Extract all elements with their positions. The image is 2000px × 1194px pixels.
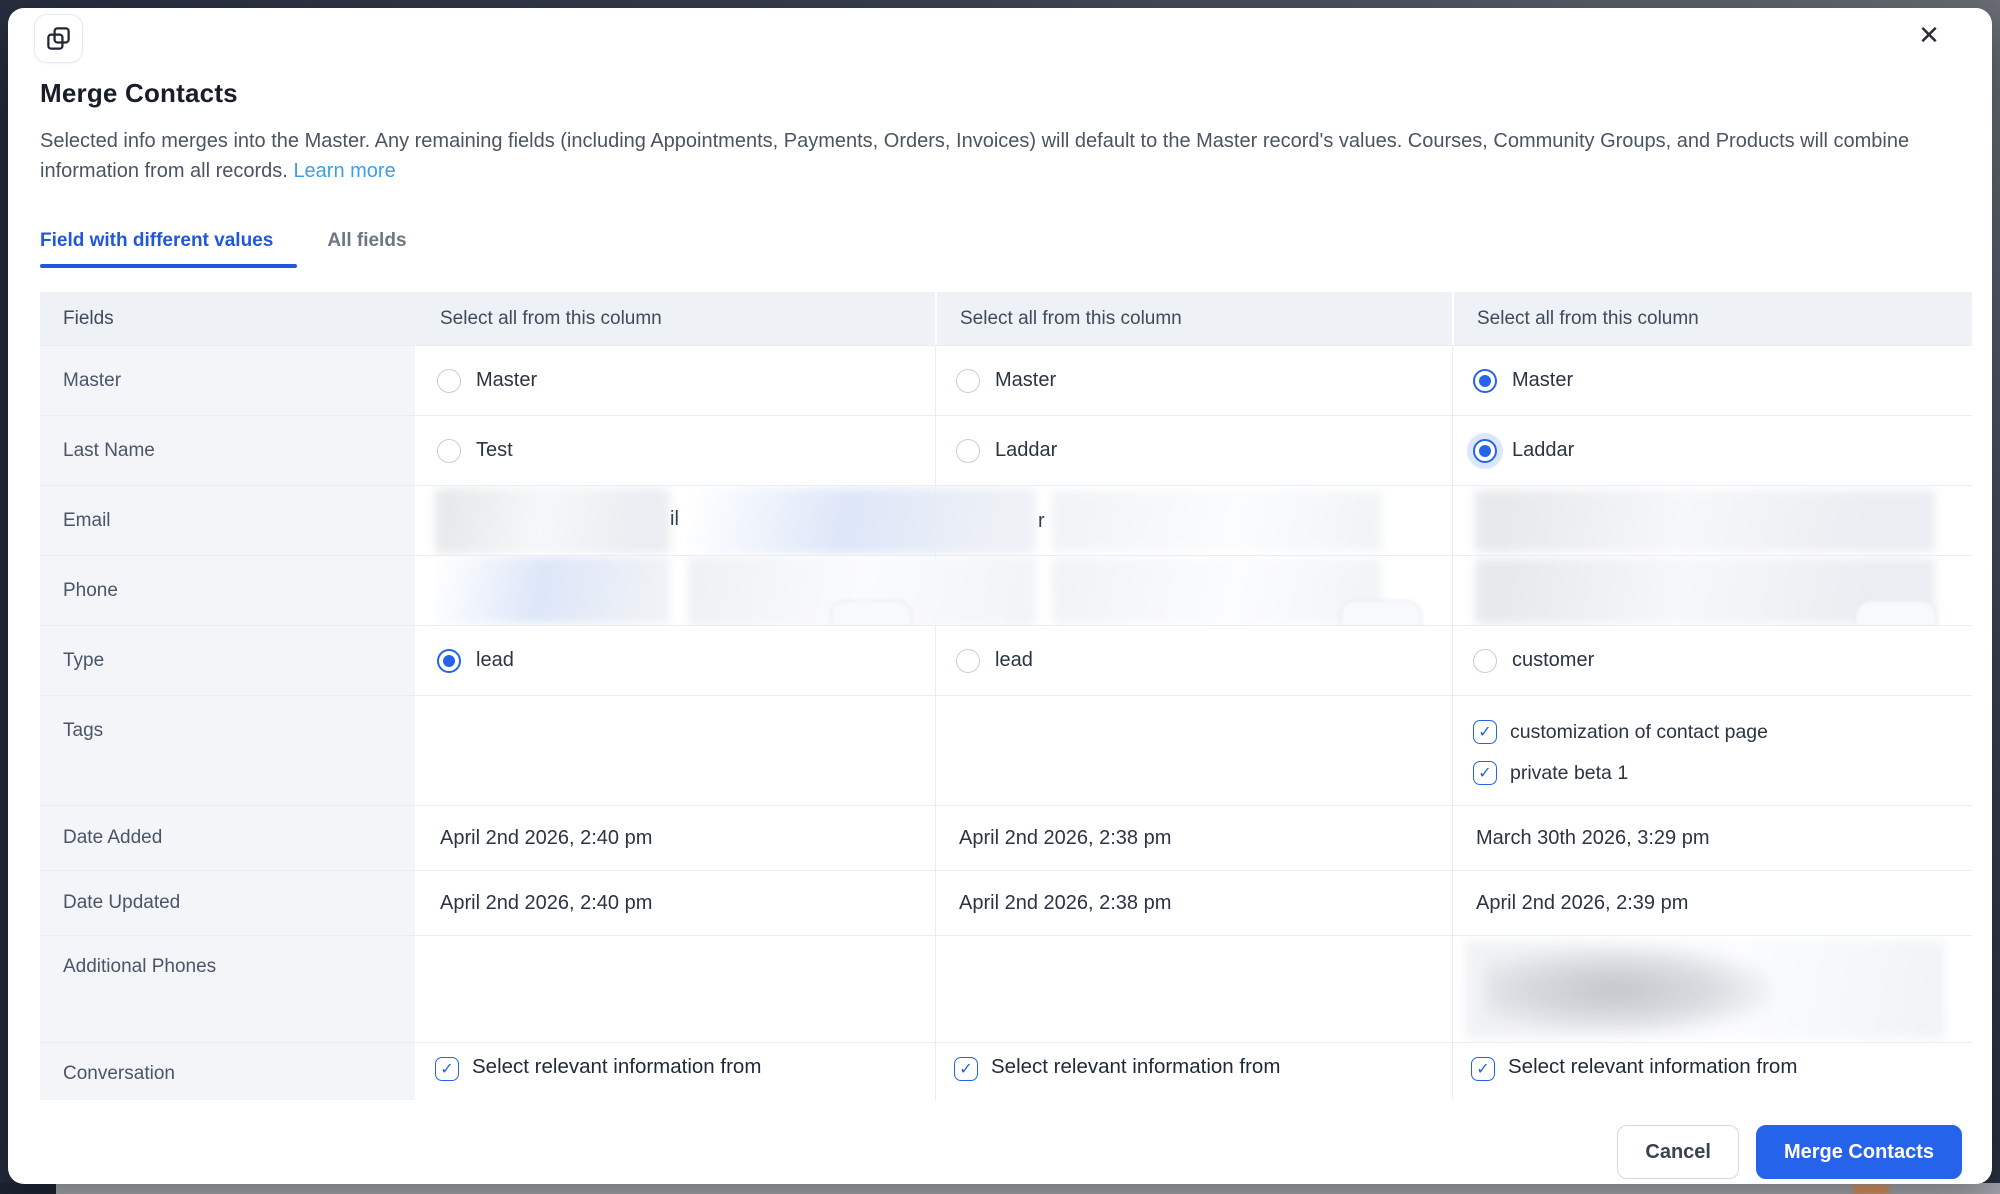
date-added-col2: April 2nd 2026, 2:38 pm — [935, 806, 1452, 870]
column-header-select-all-2[interactable]: Select all from this column — [935, 292, 1452, 345]
field-label-additional-phones: Additional Phones — [40, 936, 417, 1042]
table-row-email: Email il r — [40, 485, 1972, 555]
merge-contacts-button[interactable]: Merge Contacts — [1755, 1125, 1962, 1179]
modal-description: Selected info merges into the Master. An… — [40, 126, 1954, 186]
merge-contacts-icon — [34, 14, 83, 63]
table-row-master: Master Master Master Master — [40, 345, 1972, 415]
redaction-text-fragment: r — [1038, 510, 1045, 532]
column-header-select-all-3[interactable]: Select all from this column — [1452, 292, 1972, 345]
table-row-phone: Phone — [40, 555, 1972, 625]
table-row-date-added: Date Added April 2nd 2026, 2:40 pm April… — [40, 805, 1972, 870]
cancel-button[interactable]: Cancel — [1617, 1125, 1739, 1179]
checkbox-conversation-col2[interactable]: ✓ Select relevant information from — [936, 1055, 1280, 1081]
redacted-pill-button — [830, 600, 912, 625]
radio-icon — [1473, 648, 1497, 673]
redacted-email-3 — [1052, 491, 1382, 551]
merge-fields-table: Fields Select all from this column Selec… — [40, 292, 1972, 1100]
column-header-fields: Fields — [40, 292, 417, 345]
table-row-date-updated: Date Updated April 2nd 2026, 2:40 pm Apr… — [40, 870, 1972, 935]
radio-lastname-col3[interactable]: Laddar — [1453, 438, 1574, 463]
radio-checked-icon — [1473, 368, 1497, 393]
date-updated-col3: April 2nd 2026, 2:39 pm — [1452, 871, 1972, 935]
tab-all-fields[interactable]: All fields — [327, 230, 406, 268]
radio-icon — [956, 648, 980, 673]
column-header-select-all-1[interactable]: Select all from this column — [417, 292, 935, 345]
field-label-type: Type — [40, 626, 417, 695]
field-label-email: Email — [40, 486, 417, 555]
radio-icon — [437, 438, 461, 463]
modal-footer: Cancel Merge Contacts — [1617, 1125, 1962, 1179]
date-added-col1: April 2nd 2026, 2:40 pm — [440, 826, 653, 849]
radio-lastname-col2[interactable]: Laddar — [936, 438, 1057, 463]
radio-type-col1[interactable]: lead — [417, 648, 514, 673]
field-label-tags: Tags — [40, 696, 417, 805]
date-updated-col2: April 2nd 2026, 2:38 pm — [935, 871, 1452, 935]
field-label-conversation: Conversation — [40, 1043, 417, 1100]
background-sidebar-strip — [0, 1183, 56, 1194]
radio-master-col3[interactable]: Master — [1453, 368, 1573, 393]
checkbox-checked-icon: ✓ — [1473, 720, 1497, 744]
modal-title: Merge Contacts — [40, 78, 238, 108]
redacted-additional-phone — [1485, 946, 1770, 1034]
redacted-email-2 — [688, 488, 1036, 554]
checkbox-checked-icon: ✓ — [1473, 761, 1497, 785]
table-row-tags: Tags ✓ customization of contact page ✓ pri… — [40, 695, 1972, 805]
radio-master-col1[interactable]: Master — [417, 368, 537, 393]
table-row-type: Type lead lead customer — [40, 625, 1972, 695]
radio-icon — [956, 368, 980, 393]
radio-type-col2[interactable]: lead — [936, 648, 1033, 673]
radio-lastname-col1[interactable]: Test — [417, 438, 513, 463]
radio-checked-icon — [437, 648, 461, 673]
redacted-pill-button — [1340, 600, 1422, 625]
radio-icon — [956, 438, 980, 463]
learn-more-link[interactable]: Learn more — [293, 160, 395, 182]
table-row-last-name: Last Name Test Laddar Laddar — [40, 415, 1972, 485]
radio-checked-icon — [1473, 438, 1497, 463]
field-label-phone: Phone — [40, 556, 417, 625]
checkbox-checked-icon: ✓ — [1471, 1057, 1495, 1081]
table-header-row: Fields Select all from this column Selec… — [40, 292, 1972, 345]
field-label-date-updated: Date Updated — [40, 871, 417, 935]
checkbox-tag-private-beta[interactable]: ✓ private beta 1 — [1473, 761, 1768, 785]
close-icon[interactable]: ✕ — [1908, 14, 1950, 56]
redacted-email-4 — [1475, 490, 1935, 552]
redacted-phone-3 — [1052, 558, 1382, 624]
redacted-phone-1 — [435, 556, 670, 624]
table-row-additional-phones: Additional Phones — [40, 935, 1972, 1042]
checkbox-conversation-col3[interactable]: ✓ Select relevant information from — [1453, 1055, 1797, 1081]
redacted-email-1 — [435, 488, 670, 554]
merge-contacts-modal: ✕ Merge Contacts Selected info merges in… — [8, 8, 1992, 1184]
checkbox-conversation-col1[interactable]: ✓ Select relevant information from — [417, 1055, 761, 1081]
background-page-strip — [56, 1183, 2000, 1194]
radio-master-col2[interactable]: Master — [936, 368, 1056, 393]
redaction-text-fragment: il — [670, 508, 679, 530]
radio-type-col3[interactable]: customer — [1453, 648, 1594, 673]
tab-field-with-different-values[interactable]: Field with different values — [40, 230, 298, 268]
date-added-col3: March 30th 2026, 3:29 pm — [1452, 806, 1972, 870]
checkbox-checked-icon: ✓ — [954, 1057, 978, 1081]
redacted-pill-button — [1855, 600, 1937, 625]
date-updated-col1: April 2nd 2026, 2:40 pm — [440, 891, 653, 914]
field-label-master: Master — [40, 346, 417, 415]
radio-icon — [437, 368, 461, 393]
field-label-last-name: Last Name — [40, 416, 417, 485]
background-artifact — [1853, 1185, 1889, 1194]
tab-bar: Field with different values All fields — [40, 230, 407, 268]
checkbox-tag-customization[interactable]: ✓ customization of contact page — [1473, 720, 1768, 744]
field-label-date-added: Date Added — [40, 806, 417, 870]
checkbox-checked-icon: ✓ — [435, 1057, 459, 1081]
table-row-conversation: Conversation ✓ Select relevant informatio… — [40, 1042, 1972, 1100]
